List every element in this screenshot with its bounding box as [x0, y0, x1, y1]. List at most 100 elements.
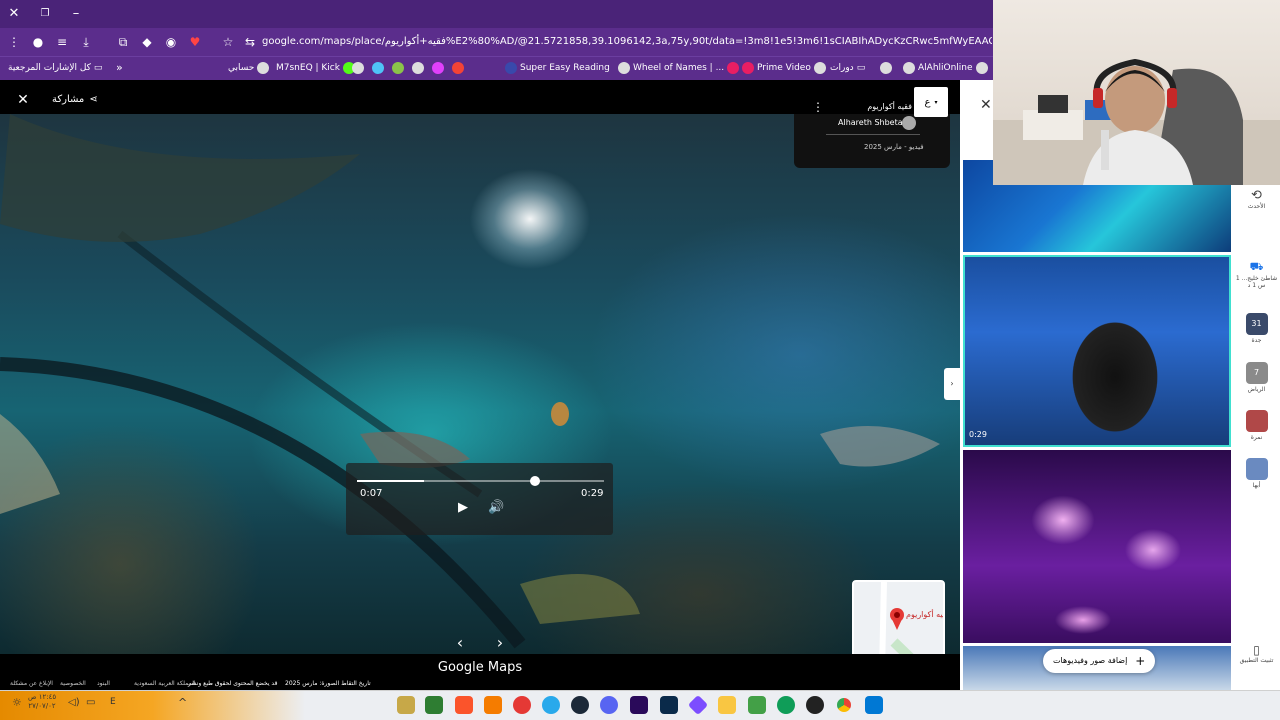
bookmark-icon	[352, 62, 364, 74]
bookmark-icon	[452, 62, 464, 74]
extension-circle-icon[interactable]: ◉	[162, 33, 180, 51]
folder-icon: ▭	[93, 63, 103, 73]
bookmark-icons-group[interactable]	[352, 58, 464, 78]
bookmark-star-icon[interactable]: ☆	[219, 33, 237, 51]
steam-icon[interactable]	[571, 696, 589, 714]
bookmark-icon	[903, 62, 915, 74]
language-tray-icon[interactable]: E	[110, 697, 116, 707]
play-pause-button[interactable]: ▶	[458, 500, 468, 515]
next-arrow-button[interactable]: ›	[486, 629, 514, 657]
premiere-icon[interactable]	[630, 696, 648, 714]
rail-item-beach[interactable]: ⛟ شاطئ خليج... 1 س 1 د	[1233, 260, 1280, 289]
download-icon[interactable]: ⤓	[77, 33, 95, 51]
close-window-icon[interactable]: ✕	[0, 0, 28, 28]
minimize-window-icon[interactable]: –	[62, 0, 90, 28]
rail-item-jeddah[interactable]: 31 جدة	[1233, 313, 1280, 344]
menu-icon[interactable]: ⋮	[5, 33, 23, 51]
previous-arrow-button[interactable]: ‹	[446, 629, 474, 657]
attribution-card[interactable]: فقيه أكواريوم Alhareth Shbeta فيديو - ما…	[794, 102, 950, 168]
more-options-icon[interactable]: ⋮	[812, 100, 824, 114]
bookmark-item[interactable]: AlAhliOnline	[903, 58, 988, 78]
bookmark-icon	[412, 62, 424, 74]
windows-start-icon[interactable]	[865, 696, 883, 714]
show-hidden-icons[interactable]: ^	[178, 696, 187, 709]
collapse-panel-button[interactable]: ›	[944, 368, 960, 400]
footer-link-report[interactable]: الإبلاغ عن مشكلة	[10, 680, 53, 687]
video-controls	[346, 463, 613, 535]
mini-map-label: فقيه أكواريوم	[906, 610, 943, 619]
contributor-name[interactable]: Alhareth Shbeta	[838, 118, 903, 127]
telegram-icon[interactable]	[542, 696, 560, 714]
chevron-down-icon: ▾	[934, 98, 938, 106]
place-name: فقيه أكواريوم	[867, 102, 912, 111]
extensions-icon[interactable]: ⧉	[114, 33, 132, 51]
seek-bar-buffered	[357, 480, 424, 482]
video-player[interactable]	[0, 114, 960, 654]
bookmark-icon	[813, 62, 826, 74]
taskbar-app-icon[interactable]	[484, 696, 502, 714]
taskbar-app-icon[interactable]	[425, 696, 443, 714]
bookmark-item[interactable]: Prime Video	[742, 58, 826, 78]
bookmark-item[interactable]: M7snEQ | Kick	[276, 58, 355, 78]
bookmark-item[interactable]: Wheel of Names | ...	[618, 58, 740, 78]
rail-item-abha[interactable]: أبها	[1233, 458, 1280, 489]
footer-link-country[interactable]: المملكة العربية السعودية	[134, 680, 196, 687]
bookmark-item[interactable]: حسابي	[228, 58, 270, 78]
bookmark-item[interactable]	[880, 58, 892, 78]
weather-icon[interactable]: ☼	[12, 696, 22, 709]
volume-tray-icon[interactable]: ◁)	[68, 697, 80, 708]
browser-title-bar	[0, 0, 993, 28]
edge-icon[interactable]	[777, 696, 795, 714]
photoshop-icon[interactable]	[660, 696, 678, 714]
all-bookmarks[interactable]: كل الإشارات المرجعية ▭	[8, 58, 102, 78]
brave-icon[interactable]	[455, 696, 473, 714]
bookmarks-overflow-button[interactable]: »	[116, 58, 123, 78]
rail-item-namira[interactable]: نمرة	[1233, 410, 1280, 441]
rail-item-install-app[interactable]: ▯ تثبيت التطبيق	[1233, 643, 1280, 664]
file-explorer-icon[interactable]	[718, 696, 736, 714]
footer-link-terms[interactable]: البنود	[97, 680, 110, 687]
clock[interactable]: ١٢:٤٥ ص ٢٧/٠٧/٠٢	[28, 693, 56, 711]
chrome-icon[interactable]	[835, 696, 853, 714]
network-tray-icon[interactable]: ▭	[86, 697, 95, 708]
place-thumbnail-icon	[1245, 458, 1268, 480]
rail-item-riyadh[interactable]: 7 الرياض	[1233, 362, 1280, 393]
taskbar-app-icon[interactable]	[513, 696, 531, 714]
bookmark-icon	[742, 62, 754, 74]
site-settings-icon[interactable]: ⇆	[241, 33, 259, 51]
bookmark-icon	[880, 62, 892, 74]
taskbar-app-icon[interactable]	[748, 696, 766, 714]
url-field[interactable]: google.com/maps/place/فقيه+أكواريوم%E2%8…	[262, 33, 992, 51]
share-button[interactable]: مشاركة ⋖	[52, 94, 98, 105]
extension-avatar-icon[interactable]: ●	[29, 33, 47, 51]
capture-date: تاريخ التقاط الصورة: مارس 2025	[285, 680, 371, 687]
restore-window-icon[interactable]: ❐	[31, 0, 59, 28]
discord-icon[interactable]	[600, 696, 618, 714]
playlist-icon[interactable]: ≡	[53, 33, 71, 51]
bookmark-icon	[618, 62, 630, 74]
history-icon: ⟲	[1251, 188, 1262, 203]
extension-heart-icon[interactable]: ♥	[186, 33, 204, 51]
taskbar-app-icon[interactable]	[806, 696, 824, 714]
rail-item-recent[interactable]: ⟲ الأحدث	[1233, 188, 1280, 210]
volume-icon[interactable]: 🔊	[488, 500, 504, 515]
gallery-thumbnail-selected[interactable]	[963, 255, 1231, 447]
footer-link-privacy[interactable]: الخصوصية	[60, 680, 86, 687]
bookmark-icon	[975, 62, 988, 74]
language-selector[interactable]: ع ▾	[914, 87, 948, 117]
add-media-button[interactable]: إضافة صور وفيديوهات +	[1043, 649, 1156, 673]
bookmark-item[interactable]: Super Easy Reading	[505, 58, 610, 78]
close-panel-icon[interactable]: ✕	[980, 97, 992, 113]
close-icon[interactable]: ✕	[14, 92, 32, 108]
bookmark-item[interactable]: دورات ▭	[830, 58, 865, 78]
avatar[interactable]	[902, 116, 916, 130]
taskbar-app-icon[interactable]	[397, 696, 415, 714]
gallery-thumbnail[interactable]	[963, 450, 1231, 643]
share-icon: ⋖	[89, 94, 98, 105]
seek-handle[interactable]	[530, 476, 540, 486]
extension-diamond-icon[interactable]: ◆	[138, 33, 156, 51]
bookmark-icon	[432, 62, 444, 74]
car-icon: ⛟	[1249, 260, 1264, 273]
place-thumbnail-icon	[1245, 410, 1268, 432]
current-time: 0:07	[360, 488, 383, 499]
